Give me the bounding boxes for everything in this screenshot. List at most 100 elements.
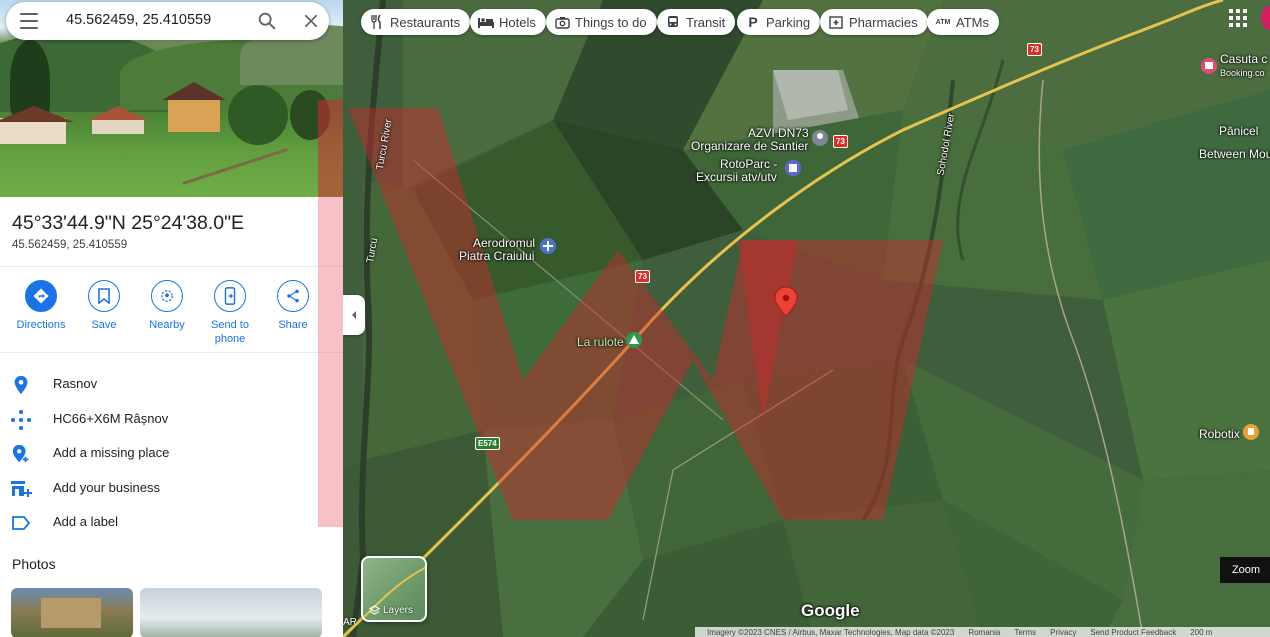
poi-label-aerodrom-2[interactable]: Piatra Craiului <box>459 250 534 263</box>
pharmacy-icon <box>828 14 844 30</box>
add-place-icon <box>10 443 32 465</box>
chip-things-to-do-label: Things to do <box>575 14 647 30</box>
photos-heading: Photos <box>12 556 56 572</box>
chip-atms-label: ATMs <box>956 14 989 30</box>
poi-label-la-rulote[interactable]: La rulote <box>577 336 624 349</box>
terms-link[interactable]: Terms <box>1014 628 1036 637</box>
road-shield-e574: E574 <box>475 437 500 450</box>
menu-icon[interactable] <box>20 13 38 29</box>
chip-restaurants[interactable]: Restaurants <box>361 9 471 35</box>
scale-bar[interactable]: 200 m <box>1190 628 1212 637</box>
chip-hotels[interactable]: Hotels <box>470 9 546 35</box>
send-to-phone-button[interactable]: Send to phone <box>200 280 260 346</box>
add-business-row[interactable]: Add your business <box>0 471 318 505</box>
bed-icon <box>478 14 494 30</box>
house <box>168 98 220 132</box>
plus-code-text: HC66+X6M Râșnov <box>53 411 169 426</box>
fence <box>182 148 288 185</box>
zoom-button[interactable]: Zoom <box>1220 557 1270 583</box>
chip-pharmacies-label: Pharmacies <box>849 14 918 30</box>
layers-icon <box>369 605 380 615</box>
collapse-panel-button[interactable] <box>343 295 365 335</box>
add-missing-place-text: Add a missing place <box>53 445 170 460</box>
place-label-panicel[interactable]: Pânicel <box>1219 125 1258 138</box>
save-label: Save <box>91 319 117 331</box>
roof <box>88 106 148 120</box>
address-text: Rasnov <box>53 376 98 391</box>
fork-knife-icon <box>369 14 385 30</box>
chip-parking[interactable]: P Parking <box>737 9 821 35</box>
add-label-text: Add a label <box>53 514 119 529</box>
poi-label-organizare[interactable]: Organizare de Santier <box>691 140 808 153</box>
place-label-edge: AR <box>343 617 357 628</box>
add-business-text: Add your business <box>53 480 160 495</box>
directions-button[interactable]: Directions <box>11 280 71 332</box>
chip-transit-label: Transit <box>686 14 726 30</box>
chip-parking-label: Parking <box>766 14 811 30</box>
nearby-button[interactable]: Nearby <box>137 280 197 332</box>
add-business-icon <box>10 478 32 500</box>
page-title: 45°33'44.9"N 25°24'38.0"E <box>12 212 245 234</box>
feedback-link[interactable]: Send Product Feedback <box>1090 628 1176 637</box>
camera-icon <box>554 14 570 30</box>
roof <box>0 106 74 122</box>
bus-icon <box>665 14 681 30</box>
plus-code-icon <box>10 409 32 431</box>
poi-label-robotix[interactable]: Robotix <box>1199 428 1240 441</box>
place-panel: 45.562459, 25.410559 45°33'44.9"N 25°24'… <box>0 0 343 637</box>
chip-atms[interactable]: ATM ATMs <box>927 9 999 35</box>
poi-label-excursii[interactable]: Excursii atv/utv <box>696 171 777 184</box>
chip-pharmacies[interactable]: Pharmacies <box>820 9 928 35</box>
chip-things-to-do[interactable]: Things to do <box>546 9 657 35</box>
search-icon[interactable] <box>256 10 278 32</box>
send-to-phone-icon <box>214 280 246 312</box>
close-icon[interactable] <box>302 12 320 30</box>
watermark-strip <box>318 100 343 197</box>
layers-label-wrap: Layers <box>369 605 413 616</box>
poi-label-booking: Booking.co <box>1220 68 1265 78</box>
chip-restaurants-label: Restaurants <box>390 14 461 30</box>
apps-grid-icon[interactable] <box>1229 9 1247 27</box>
satellite-imagery <box>343 0 1270 637</box>
location-pin-icon <box>10 374 32 396</box>
send-to-phone-label: Send to phone <box>211 319 249 345</box>
map-canvas[interactable]: 73 73 73 E574 AZVI DN73 Organizare de Sa… <box>343 0 1270 637</box>
photo-thumbnail[interactable] <box>140 588 322 637</box>
region-link[interactable]: Romania <box>968 628 1000 637</box>
castle-shape <box>41 598 101 628</box>
parking-icon: P <box>748 14 758 30</box>
divider <box>0 266 343 267</box>
directions-icon <box>25 280 57 312</box>
layers-button[interactable]: Layers <box>361 556 427 622</box>
attribution-bar: Imagery ©2023 CNES / Airbus, Maxar Techn… <box>695 627 1270 637</box>
address-row[interactable]: Rasnov <box>0 367 318 401</box>
road-shield-73: 73 <box>833 135 848 148</box>
tree <box>228 85 288 145</box>
privacy-link[interactable]: Privacy <box>1050 628 1076 637</box>
photo-thumbnail[interactable] <box>11 588 133 637</box>
directions-label: Directions <box>16 319 66 331</box>
plus-code-row[interactable]: HC66+X6M Râșnov <box>0 402 318 436</box>
divider <box>0 352 343 353</box>
coordinates-subtitle: 45.562459, 25.410559 <box>12 239 128 251</box>
share-icon <box>277 280 309 312</box>
road-shield-73: 73 <box>1027 43 1042 56</box>
chevron-left-icon <box>352 311 356 319</box>
chip-transit[interactable]: Transit <box>657 9 736 35</box>
google-logo: Google <box>801 601 860 620</box>
add-missing-place-row[interactable]: Add a missing place <box>0 436 318 470</box>
share-button[interactable]: Share <box>263 280 323 332</box>
road-shield-73: 73 <box>635 270 650 283</box>
bookmark-icon <box>88 280 120 312</box>
poi-label-casuta[interactable]: Casuta c <box>1220 53 1267 66</box>
atm-icon: ATM <box>935 18 951 26</box>
search-input[interactable]: 45.562459, 25.410559 <box>66 12 211 28</box>
chip-hotels-label: Hotels <box>499 14 536 30</box>
nearby-icon <box>151 280 183 312</box>
add-label-row[interactable]: Add a label <box>0 505 318 539</box>
imagery-credit: Imagery ©2023 CNES / Airbus, Maxar Techn… <box>707 627 955 637</box>
save-button[interactable]: Save <box>74 280 134 332</box>
place-label-between[interactable]: Between Mount <box>1199 148 1270 161</box>
search-box[interactable]: 45.562459, 25.410559 <box>6 2 329 40</box>
layers-label: Layers <box>383 605 414 616</box>
